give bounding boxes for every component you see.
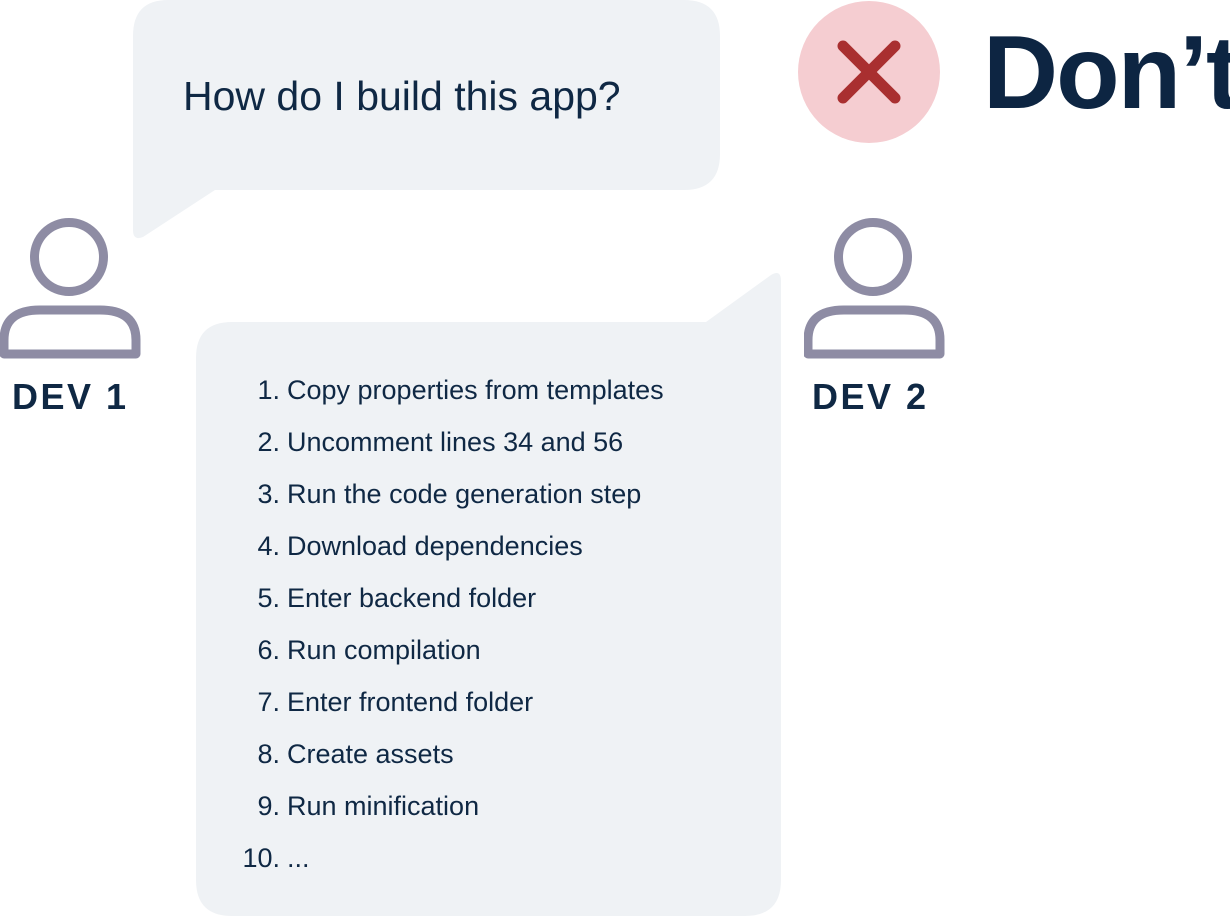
step-text: Run minification — [287, 790, 480, 821]
step-number: 1. — [257, 374, 280, 405]
x-icon — [837, 40, 901, 104]
list-item: 10.... — [232, 832, 664, 884]
step-text: ... — [287, 842, 310, 873]
list-item: 3. Run the code generation step — [232, 468, 664, 520]
step-number: 7. — [257, 686, 280, 717]
question-text: How do I build this app? — [183, 73, 621, 119]
step-number: 4. — [257, 530, 280, 561]
dev1-label: DEV 1 — [12, 376, 129, 417]
list-item: 9. Run minification — [232, 780, 664, 832]
step-text: Download dependencies — [287, 530, 583, 561]
step-number: 10. — [242, 842, 280, 873]
dont-heading: Don’t — [983, 15, 1230, 131]
step-number: 6. — [257, 634, 280, 665]
list-item: 7. Enter frontend folder — [232, 676, 664, 728]
dont-badge — [798, 1, 940, 143]
list-item: 4. Download dependencies — [232, 520, 664, 572]
list-item: 6. Run compilation — [232, 624, 664, 676]
step-text: Run the code generation step — [287, 478, 642, 509]
step-number: 2. — [257, 426, 280, 457]
list-item: 2. Uncomment lines 34 and 56 — [232, 416, 664, 468]
step-number: 9. — [257, 790, 280, 821]
step-text: Uncomment lines 34 and 56 — [287, 426, 624, 457]
list-item: 5. Enter backend folder — [232, 572, 664, 624]
build-steps-list: 1. Copy properties from templates 2. Uncom… — [232, 364, 664, 884]
list-item: 8. Create assets — [232, 728, 664, 780]
person-icon — [804, 218, 945, 359]
step-text: Enter frontend folder — [287, 686, 534, 717]
step-number: 5. — [257, 582, 280, 613]
step-text: Run compilation — [287, 634, 481, 665]
person-icon — [0, 218, 141, 359]
step-number: 8. — [257, 738, 280, 769]
step-text: Enter backend folder — [287, 582, 537, 613]
step-text: Create assets — [287, 738, 454, 769]
dev2-label: DEV 2 — [812, 376, 929, 417]
step-number: 3. — [257, 478, 280, 509]
step-text: Copy properties from templates — [287, 374, 664, 405]
list-item: 1. Copy properties from templates — [232, 364, 664, 416]
